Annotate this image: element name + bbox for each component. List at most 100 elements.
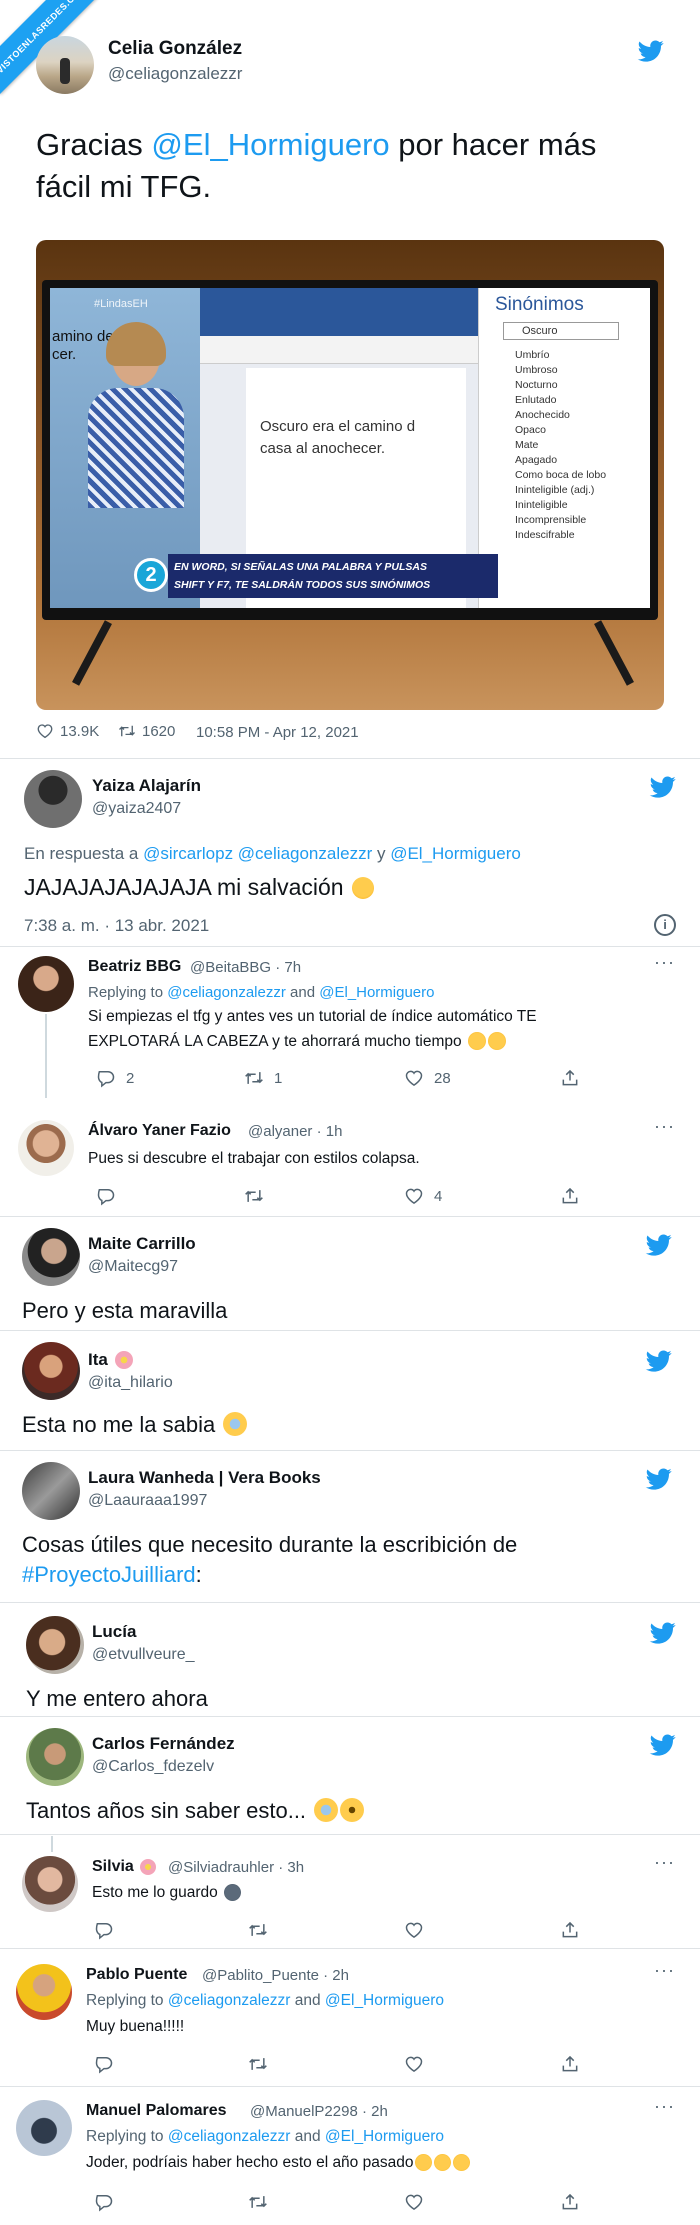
- avatar[interactable]: [16, 2100, 72, 2156]
- like-action[interactable]: 4: [404, 1186, 442, 1206]
- author-name-text: Ita: [88, 1350, 108, 1369]
- author-name[interactable]: Carlos Fernández: [92, 1734, 235, 1754]
- author-name[interactable]: Beatriz BBG: [88, 958, 181, 976]
- reply-tweet-pablo: Pablo Puente @Pablito_Puente · 2h ··· Re…: [0, 1950, 700, 2086]
- retweet-action[interactable]: [248, 2192, 268, 2212]
- author-handle[interactable]: @BeitaBBG · 7h: [190, 959, 301, 976]
- avatar[interactable]: [18, 956, 74, 1012]
- author-handle[interactable]: @Silviadrauhler · 3h: [168, 1859, 304, 1876]
- author-handle[interactable]: @Laauraaa1997: [88, 1492, 207, 1510]
- heart-icon: [404, 1920, 424, 1940]
- like-action[interactable]: [404, 1920, 424, 1940]
- avatar[interactable]: [22, 1462, 80, 1520]
- divider: [0, 758, 700, 759]
- reply-tweet-alvaro: Álvaro Yaner Fazio @alyaner · 1h ··· Pue…: [0, 1110, 700, 1216]
- author-name[interactable]: Manuel Palomares: [86, 2102, 227, 2120]
- reply-mention[interactable]: @celiagonzalezzr: [167, 984, 286, 1001]
- twitter-bird-icon[interactable]: [644, 1232, 674, 1258]
- twitter-bird-icon[interactable]: [648, 1620, 678, 1646]
- reply-mention-2[interactable]: @El_Hormiguero: [319, 984, 434, 1001]
- reply-mention-2[interactable]: @El_Hormiguero: [325, 1992, 444, 2009]
- mention-link[interactable]: @El_Hormiguero: [151, 127, 389, 162]
- avatar[interactable]: [22, 1856, 78, 1912]
- retweet-action[interactable]: [244, 1186, 264, 1206]
- avatar[interactable]: [18, 1120, 74, 1176]
- reply-mention[interactable]: @celiagonzalezzr: [168, 1992, 291, 2009]
- retweet-icon: [248, 2192, 268, 2212]
- retweet-action[interactable]: [248, 1920, 268, 1940]
- tweet-text-start: Gracias: [36, 127, 152, 162]
- author-name[interactable]: Yaiza Alajarín: [92, 776, 201, 796]
- share-action[interactable]: [560, 1068, 580, 1088]
- author-handle[interactable]: @etvullveure_: [92, 1646, 195, 1664]
- likes-value: 13.9K: [60, 722, 100, 740]
- author-handle[interactable]: @ManuelP2298 · 2h: [250, 2103, 388, 2120]
- like-action[interactable]: [404, 2192, 424, 2212]
- twitter-bird-icon[interactable]: [644, 1348, 674, 1374]
- avatar[interactable]: [26, 1728, 84, 1786]
- author-handle[interactable]: @yaiza2407: [92, 800, 181, 818]
- share-action[interactable]: [560, 1920, 580, 1940]
- reply-action[interactable]: [94, 2054, 114, 2074]
- reply-mention[interactable]: @celiagonzalezzr: [168, 2128, 291, 2145]
- author-handle[interactable]: @Maitecg97: [88, 1258, 178, 1276]
- synonym-item: Indescifrable: [515, 529, 575, 541]
- twitter-bird-icon[interactable]: [648, 774, 678, 800]
- avatar[interactable]: [22, 1342, 80, 1400]
- tweet-timestamp[interactable]: 7:38 a. m. · 13 abr. 2021: [24, 916, 209, 936]
- reply-icon: [94, 1920, 114, 1940]
- author-handle[interactable]: @Pablito_Puente · 2h: [202, 1967, 349, 1984]
- share-action[interactable]: [560, 2054, 580, 2074]
- synonym-item: Mate: [515, 439, 539, 451]
- author-name[interactable]: Silvia: [92, 1858, 157, 1876]
- like-action[interactable]: [404, 2054, 424, 2074]
- synonym-item: Enlutado: [515, 394, 557, 406]
- info-icon[interactable]: i: [654, 914, 676, 936]
- share-action[interactable]: [560, 1186, 580, 1206]
- more-options-icon[interactable]: ···: [654, 952, 675, 973]
- author-name[interactable]: Celia González: [108, 38, 242, 60]
- twitter-bird-icon[interactable]: [648, 1732, 678, 1758]
- author-name[interactable]: Ita: [88, 1350, 133, 1370]
- more-options-icon[interactable]: ···: [654, 1116, 675, 1137]
- avatar[interactable]: [24, 770, 82, 828]
- avatar[interactable]: [22, 1228, 80, 1286]
- number-circle: 2: [134, 558, 168, 592]
- retweet-count[interactable]: 1620: [118, 722, 175, 740]
- reply-action[interactable]: [94, 2192, 114, 2212]
- author-handle[interactable]: @alyaner · 1h: [248, 1123, 342, 1140]
- author-name[interactable]: Pablo Puente: [86, 1966, 187, 1984]
- weary-face-emoji-icon: [453, 2154, 471, 2171]
- like-action[interactable]: 28: [404, 1068, 451, 1088]
- author-handle[interactable]: @ita_hilario: [88, 1374, 173, 1392]
- avatar[interactable]: [26, 1616, 84, 1674]
- author-handle[interactable]: @Carlos_fdezelv: [92, 1758, 214, 1776]
- channel-tag: #LindasEH: [94, 298, 148, 310]
- reply-mention-2[interactable]: @El_Hormiguero: [325, 2128, 444, 2145]
- avatar[interactable]: [36, 36, 94, 94]
- author-name[interactable]: Laura Wanheda | Vera Books: [88, 1468, 321, 1488]
- more-options-icon[interactable]: ···: [654, 1960, 675, 1981]
- avatar[interactable]: [16, 1964, 72, 2020]
- tweet-timestamp[interactable]: 10:58 PM - Apr 12, 2021: [196, 724, 359, 741]
- share-action[interactable]: [560, 2192, 580, 2212]
- reply-action[interactable]: [94, 1920, 114, 1940]
- tweet-image[interactable]: #LindasEH amino de cer. 2 Oscuro era el …: [36, 240, 664, 710]
- author-name[interactable]: Álvaro Yaner Fazio: [88, 1122, 231, 1140]
- twitter-bird-icon[interactable]: [644, 1466, 674, 1492]
- retweet-action[interactable]: [248, 2054, 268, 2074]
- reply-action[interactable]: [96, 1186, 116, 1206]
- reply-mention-last[interactable]: @El_Hormiguero: [390, 844, 521, 863]
- more-options-icon[interactable]: ···: [654, 2096, 675, 2117]
- retweet-action[interactable]: 1: [244, 1068, 282, 1088]
- twitter-bird-icon[interactable]: [636, 38, 666, 64]
- reply-action[interactable]: 2: [96, 1068, 134, 1088]
- synonyms-panel: Sinónimos Oscuro Umbrío Umbroso Nocturno En…: [478, 288, 650, 608]
- more-options-icon[interactable]: ···: [654, 1852, 675, 1873]
- reply-mentions[interactable]: @sircarlopz @celiagonzalezzr: [143, 844, 372, 863]
- author-name[interactable]: Maite Carrillo: [88, 1234, 196, 1254]
- like-count[interactable]: 13.9K: [36, 722, 99, 740]
- author-handle[interactable]: @celiagonzalezzr: [108, 64, 242, 84]
- hashtag-link[interactable]: #ProyectoJuilliard: [22, 1562, 196, 1587]
- author-name[interactable]: Lucía: [92, 1622, 136, 1642]
